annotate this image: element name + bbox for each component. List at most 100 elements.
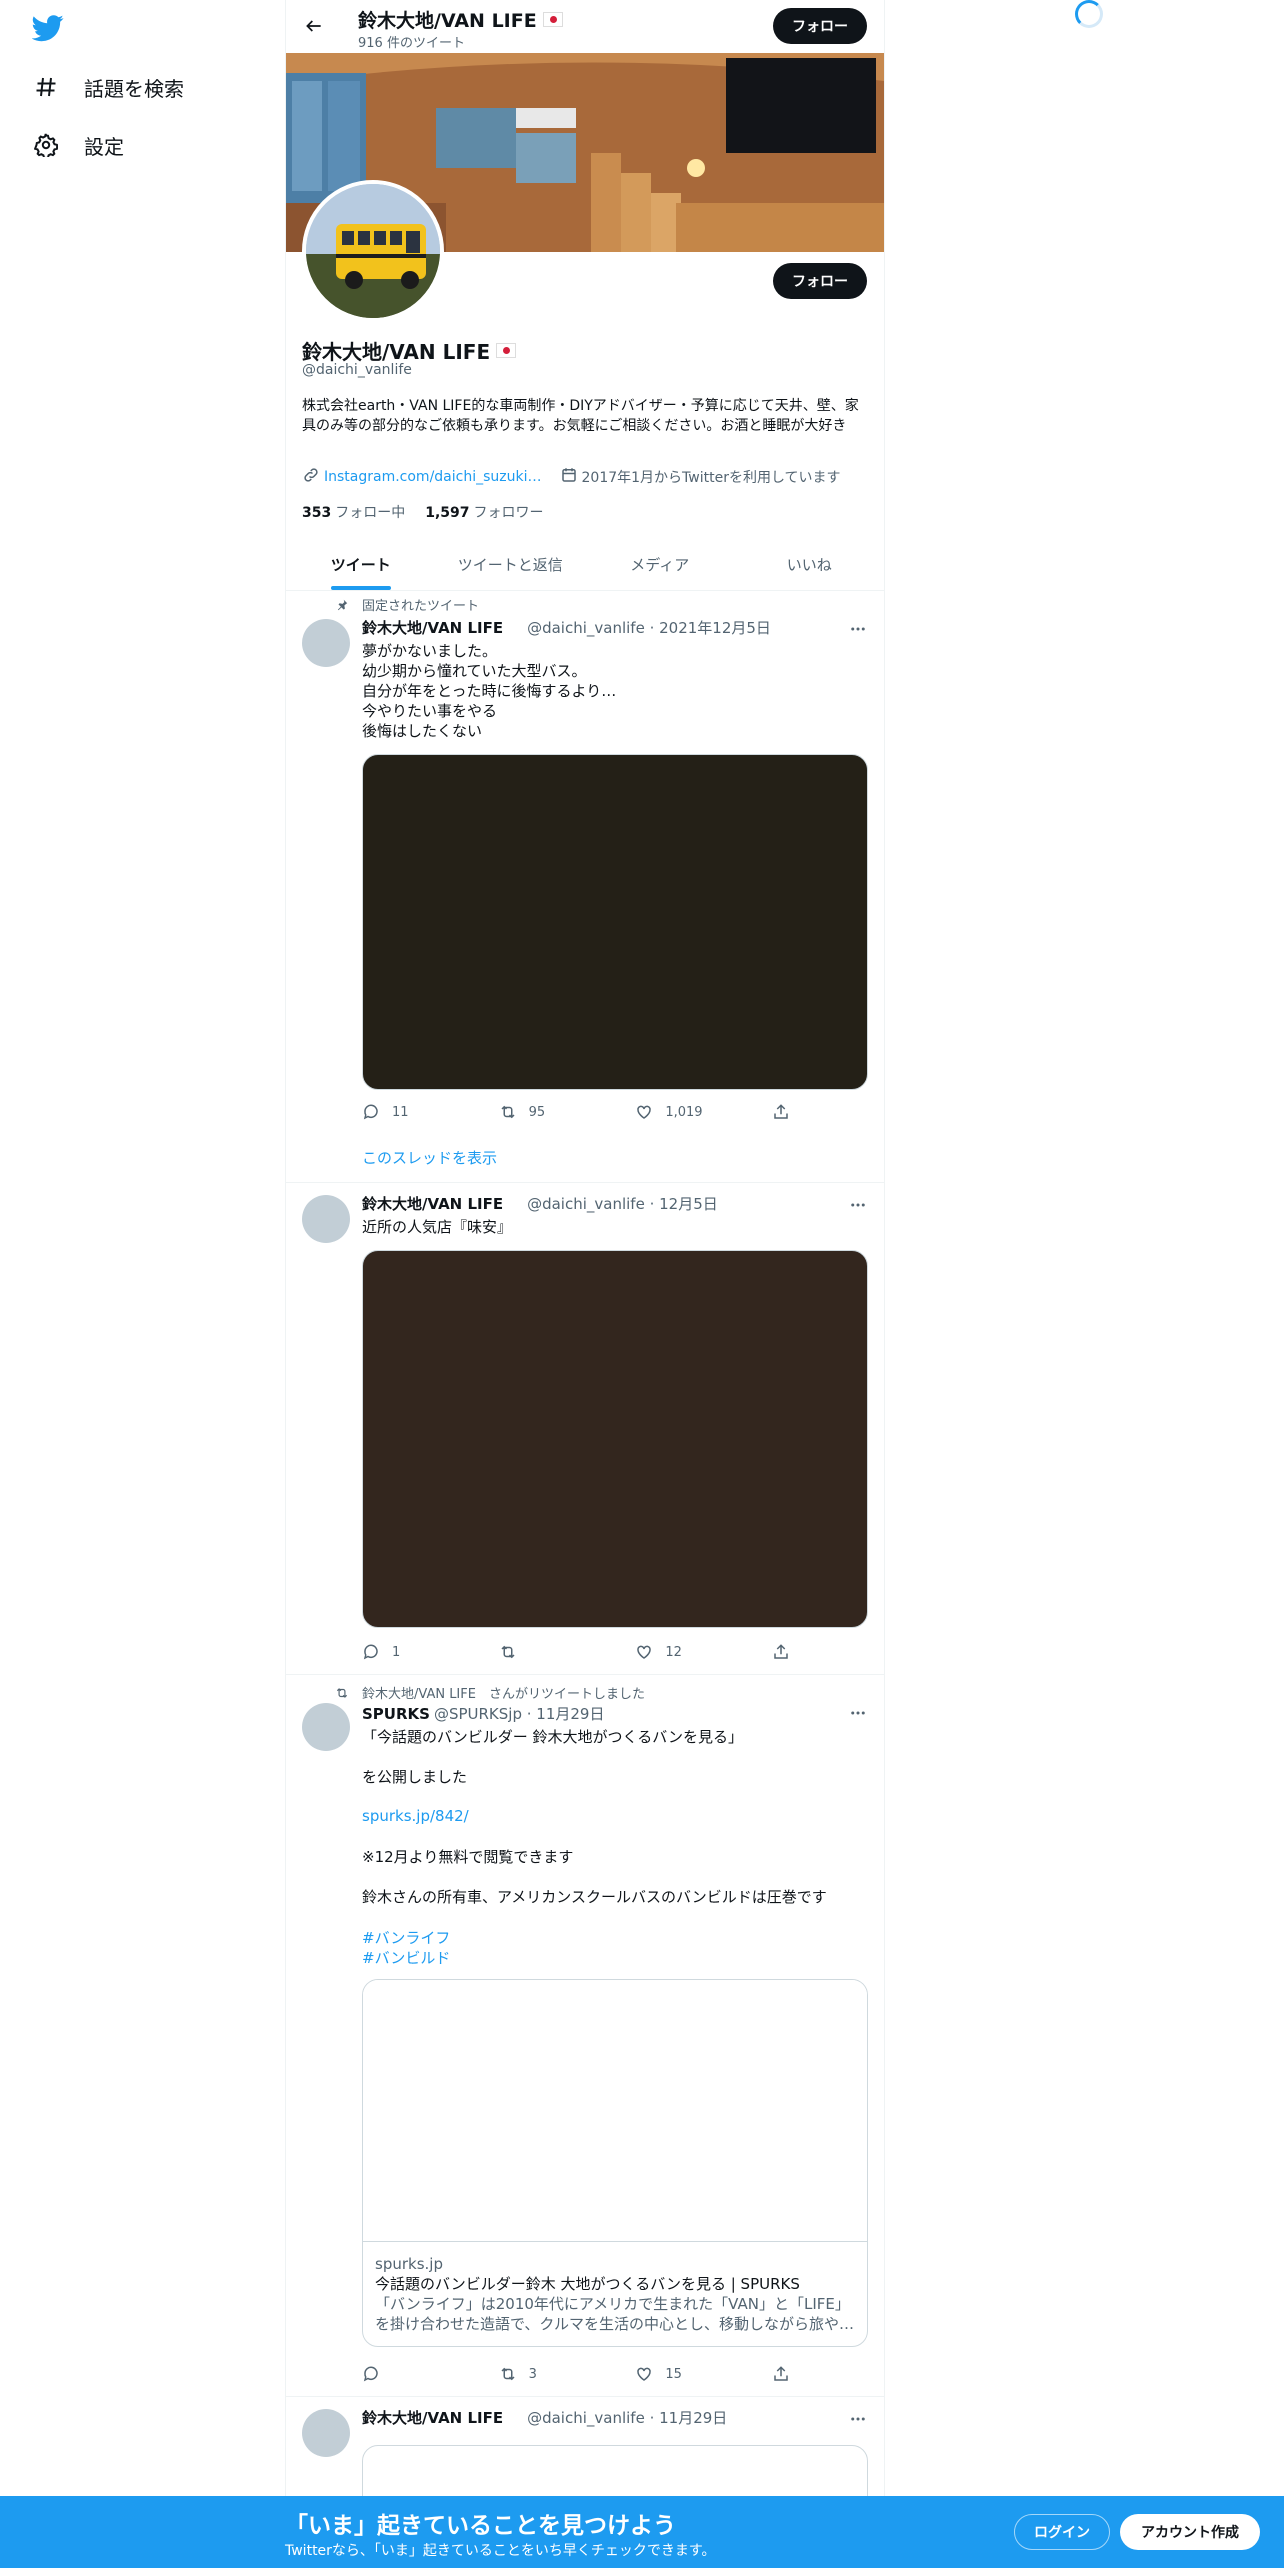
reply-icon — [363, 1104, 378, 1120]
profile-name: 鈴木大地/VAN LIFE — [302, 336, 517, 365]
tab-media[interactable]: メディア — [585, 538, 735, 590]
reply-count: 1 — [392, 1644, 401, 1660]
retweet-count: 3 — [528, 2366, 537, 2382]
signup-banner-subtitle: Twitterなら、「いま」起きていることをいち早くチェックできます。 — [285, 2543, 716, 2559]
header-follow-button[interactable]: フォロー — [773, 8, 867, 44]
profile-follow-stats: 353 フォロー中 1,597 フォロワー — [302, 502, 544, 522]
tab-tweets[interactable]: ツイート — [286, 538, 436, 590]
more-options-icon[interactable] — [848, 619, 868, 639]
profile-joined-text: 2017年1月からTwitterを利用しています — [581, 470, 841, 486]
like-count: 15 — [665, 2366, 682, 2382]
pinned-context: 固定されたツイート — [334, 595, 479, 614]
hashtag-vanbuild[interactable]: #バンビルド — [362, 1947, 450, 1968]
reply-action[interactable]: 11 — [362, 1103, 462, 1121]
tweet-pinned[interactable]: 固定されたツイート 鈴木大地/VAN LIFE @daichi_vanlife … — [286, 591, 884, 1183]
japan-flag-icon — [542, 12, 563, 27]
profile-avatar[interactable] — [302, 180, 444, 322]
loading-spinner-icon — [1075, 0, 1103, 28]
card-description: 「バンライフ」は2010年代にアメリカで生まれた「VAN」と「LIFE」を掛け合… — [375, 2295, 854, 2333]
tweet-text-continued: ※12月より無料で閲覧できます 鈴木さんの所有車、アメリカンスクールバスのバンビ… — [362, 1848, 827, 1906]
header-name: 鈴木大地/VAN LIFE — [358, 10, 537, 32]
back-arrow-icon[interactable] — [300, 12, 328, 40]
tweet-avatar[interactable] — [302, 1195, 350, 1243]
signup-banner-title: 「いま」起きていることを見つけよう — [285, 2513, 676, 2539]
profile-header-bar: 鈴木大地/VAN LIFE 916 件のツイート フォロー — [286, 0, 884, 53]
share-action[interactable] — [772, 1643, 792, 1661]
tweet-url-link[interactable]: spurks.jp/842/ — [362, 1807, 469, 1825]
tweet-avatar[interactable] — [302, 1703, 350, 1751]
like-action[interactable]: 12 — [635, 1643, 735, 1661]
share-icon — [774, 2366, 788, 2381]
profile-website-link[interactable]: Instagram.com/daichi_suzuki… — [324, 469, 542, 485]
more-options-icon[interactable] — [848, 1195, 868, 1215]
tweet-avatar[interactable] — [302, 619, 350, 667]
tweet-media-video[interactable] — [362, 754, 868, 1090]
retweet-action[interactable] — [499, 1643, 599, 1661]
share-icon — [774, 1644, 788, 1659]
tweet-actions: 11 95 1,019 — [362, 1103, 792, 1121]
show-thread-link[interactable]: このスレッドを表示 — [362, 1147, 497, 1168]
heart-icon — [637, 1645, 652, 1659]
tweet-author-name[interactable]: SPURKS — [362, 1705, 430, 1723]
tweet-author-name[interactable]: 鈴木大地/VAN LIFE — [362, 617, 503, 638]
school-bus-photo — [306, 184, 440, 318]
profile-handle: @daichi_vanlife — [302, 362, 412, 378]
retweet-icon — [501, 1105, 515, 1119]
card-image — [363, 1980, 867, 2242]
profile-follow-button[interactable]: フォロー — [773, 263, 867, 299]
tweet-actions: 1 12 — [362, 1643, 792, 1661]
reply-icon — [363, 1644, 378, 1660]
hashtag-icon — [32, 73, 60, 101]
tweet-handle-time[interactable]: @daichi_vanlife · 12月5日 — [527, 1193, 718, 1214]
tweet-item[interactable]: 鈴木大地/VAN LIFE @daichi_vanlife · 12月5日 近所… — [286, 1183, 884, 1675]
share-action[interactable] — [772, 1103, 792, 1121]
tweet-author-name[interactable]: 鈴木大地/VAN LIFE — [362, 1193, 503, 1214]
share-icon — [774, 1104, 788, 1119]
tab-likes[interactable]: いいね — [735, 538, 885, 590]
reply-action[interactable] — [362, 2365, 462, 2383]
tweet-avatar[interactable] — [302, 2409, 350, 2457]
more-options-icon[interactable] — [848, 2409, 868, 2429]
twitter-logo-icon[interactable] — [31, 12, 64, 44]
tweet-media-video[interactable] — [362, 1250, 868, 1628]
create-account-button[interactable]: アカウント作成 — [1120, 2514, 1260, 2550]
tweet-header: 鈴木大地/VAN LIFE @daichi_vanlife · 12月5日 — [362, 1193, 718, 1214]
link-preview-card[interactable]: spurks.jp 今話題のバンビルダー鈴木 大地がつくるバンを見る | SPU… — [362, 1979, 868, 2347]
link-icon — [302, 466, 320, 488]
tweet-text: 「今話題のバンビルダー 鈴木大地がつくるバンを見る」 を公開しました — [362, 1728, 743, 1786]
retweet-action[interactable]: 3 — [499, 2365, 599, 2383]
left-navigation: 話題を検索 設定 — [0, 0, 285, 2568]
login-button[interactable]: ログイン — [1014, 2514, 1110, 2550]
hashtag-vanlife[interactable]: #バンライフ — [362, 1927, 450, 1948]
tweet-header: 鈴木大地/VAN LIFE @daichi_vanlife · 11月29日 — [362, 2407, 727, 2428]
japan-flag-icon — [496, 343, 517, 358]
nav-explore[interactable]: 話題を検索 — [32, 67, 184, 107]
card-title: 今話題のバンビルダー鈴木 大地がつくるバンを見る | SPURKS — [375, 2275, 800, 2293]
calendar-icon — [560, 466, 578, 488]
retweet-icon — [501, 2367, 515, 2381]
reply-action[interactable]: 1 — [362, 1643, 462, 1661]
tweet-handle-time[interactable]: @SPURKSjp · 11月29日 — [434, 1703, 605, 1724]
tab-tweets-and-replies[interactable]: ツイートと返信 — [436, 538, 586, 590]
tweet-handle-time[interactable]: @daichi_vanlife · 2021年12月5日 — [527, 617, 771, 638]
followers-stat[interactable]: 1,597 フォロワー — [425, 502, 543, 522]
retweet-action[interactable]: 95 — [499, 1103, 599, 1121]
tweet-handle-time[interactable]: @daichi_vanlife · 11月29日 — [527, 2407, 727, 2428]
gear-icon — [32, 131, 60, 159]
tweet-author-name[interactable]: 鈴木大地/VAN LIFE — [362, 2407, 503, 2428]
signup-banner: 「いま」起きていることを見つけよう Twitterなら、「いま」起きていることを… — [0, 2496, 1284, 2568]
retweet-small-icon — [334, 1685, 350, 1701]
profile-tabs: ツイート ツイートと返信 メディア いいね — [286, 538, 884, 591]
nav-settings[interactable]: 設定 — [32, 125, 124, 165]
like-action[interactable]: 1,019 — [635, 1103, 735, 1121]
tweet-actions: 3 15 — [362, 2365, 792, 2383]
tweet-text: 夢がかないました。 幼少期から憧れていた大型バス。 自分が年をとった時に後悔する… — [362, 642, 617, 740]
following-stat[interactable]: 353 フォロー中 — [302, 502, 405, 522]
share-action[interactable] — [772, 2365, 792, 2383]
nav-explore-label: 話題を検索 — [84, 76, 184, 101]
like-action[interactable]: 15 — [635, 2365, 735, 2383]
tweet-retweeted[interactable]: 鈴木大地/VAN LIFE さんがリツイートしました SPURKS @SPURK… — [286, 1675, 884, 2397]
profile-bio: 株式会社earth・VAN LIFE的な車両制作・DIYアドバイザー・予算に応じ… — [302, 398, 859, 434]
more-options-icon[interactable] — [848, 1703, 868, 1723]
retweet-context-label[interactable]: 鈴木大地/VAN LIFE さんがリツイートしました — [362, 1683, 645, 1702]
